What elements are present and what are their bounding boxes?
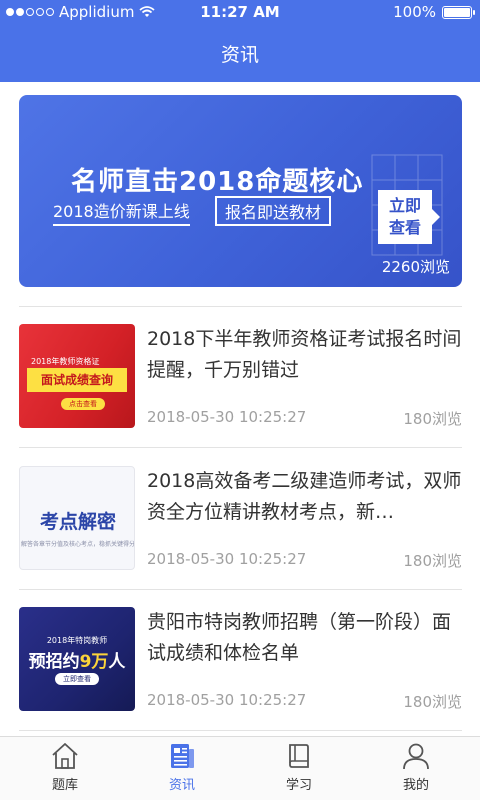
tab-label: 我的 <box>402 778 429 793</box>
news-date: 2018-05-30 10:25:27 <box>147 691 307 709</box>
news-thumbnail: 2018年教师资格证 面试成绩查询 点击查看 <box>19 324 135 428</box>
news-item[interactable]: 考点解密 解答各章节分值及核心考点，稳抓关键得分 2018高效备考二级建造师考试… <box>19 466 462 571</box>
divider <box>19 730 462 731</box>
page-title: 资讯 <box>220 44 259 66</box>
top-bar: Applidium 11:27 AM 100% 资讯 <box>0 0 480 82</box>
news-title: 2018下半年教师资格证考试报名时间提醒，千万别错过 <box>147 328 462 381</box>
divider <box>19 447 462 448</box>
thumb-small-text: 解答各章节分值及核心考点，稳抓关键得分 <box>20 541 135 548</box>
battery-percent: 100% <box>393 3 436 21</box>
banner-headline: 名师直击2018命题核心 <box>71 167 364 197</box>
home-icon <box>52 743 78 769</box>
user-icon <box>403 743 429 770</box>
banner-view-count: 2260浏览 <box>381 258 450 276</box>
news-date: 2018-05-30 10:25:27 <box>147 550 307 568</box>
news-view-count: 180浏览 <box>403 552 462 570</box>
thumb-main-text: 面试成绩查询 <box>27 368 127 392</box>
tab-news[interactable]: 资讯 <box>147 741 217 799</box>
tab-label: 学习 <box>285 778 312 793</box>
tab-label: 资讯 <box>168 778 195 793</box>
news-title: 贵阳市特岗教师招聘（第一阶段）面试成绩和体检名单 <box>147 611 452 664</box>
news-view-count: 180浏览 <box>403 693 462 711</box>
cta-line1: 立即 <box>388 196 421 215</box>
promo-banner[interactable]: 名师直击2018命题核心 2018造价新课上线 报名即送教材 立即 查看 226… <box>19 95 462 287</box>
thumb-tag: 2018年教师资格证 <box>31 357 100 366</box>
tab-question-bank[interactable]: 题库 <box>30 741 100 799</box>
banner-subtitle-left: 2018造价新课上线 <box>53 198 190 226</box>
thumb-main-text: 预招约9万人 <box>19 647 135 672</box>
thumb-button: 立即查看 <box>55 673 99 685</box>
news-icon <box>171 744 194 768</box>
divider <box>19 306 462 307</box>
thumb-main-number: 9万 <box>79 652 109 672</box>
tab-study[interactable]: 学习 <box>264 741 334 799</box>
tab-label: 题库 <box>51 778 78 793</box>
status-bar: Applidium 11:27 AM 100% <box>0 0 480 24</box>
news-date: 2018-05-30 10:25:27 <box>147 408 307 426</box>
news-thumbnail: 考点解密 解答各章节分值及核心考点，稳抓关键得分 <box>19 466 135 570</box>
news-title: 2018高效备考二级建造师考试，双师资全方位精讲教材考点，新… <box>147 470 462 523</box>
battery-icon <box>442 5 475 19</box>
status-right: 100% <box>393 3 475 21</box>
thumb-button: 点击查看 <box>61 398 105 410</box>
banner-subtitle-right: 报名即送教材 <box>215 196 332 226</box>
news-thumbnail: 2018年特岗教师 预招约9万人 立即查看 <box>19 607 135 711</box>
thumb-main-text: 考点解密 <box>39 511 116 533</box>
thumb-main-prefix: 预招约 <box>28 652 80 672</box>
news-item[interactable]: 2018年教师资格证 面试成绩查询 点击查看 2018下半年教师资格证考试报名时… <box>19 324 462 429</box>
thumb-tag: 2018年特岗教师 <box>46 636 108 645</box>
view-now-button[interactable]: 立即 查看 <box>378 190 440 244</box>
news-item[interactable]: 2018年特岗教师 预招约9万人 立即查看 贵阳市特岗教师招聘（第一阶段）面试成… <box>19 607 462 712</box>
book-icon <box>289 744 309 768</box>
tab-bar: 题库 资讯 学习 我的 <box>0 736 480 800</box>
thumb-main-suffix: 人 <box>108 652 126 672</box>
news-view-count: 180浏览 <box>403 410 462 428</box>
tab-me[interactable]: 我的 <box>381 741 451 799</box>
cta-line2: 查看 <box>388 218 421 237</box>
battery-level <box>444 7 470 17</box>
divider <box>19 589 462 590</box>
